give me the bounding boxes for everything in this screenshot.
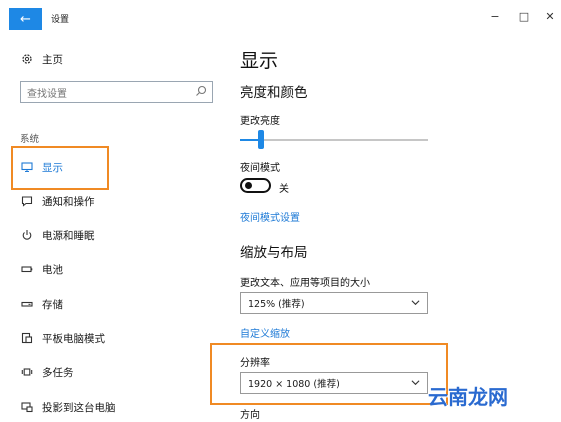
close-button[interactable]: ✕ bbox=[542, 10, 558, 23]
battery-icon bbox=[20, 262, 34, 276]
night-mode-settings-link[interactable]: 夜间模式设置 bbox=[240, 209, 300, 224]
maximize-button[interactable]: □ bbox=[516, 10, 532, 23]
scale-dropdown-value: 125% (推荐) bbox=[248, 299, 305, 310]
back-arrow-icon: ← bbox=[20, 11, 31, 27]
sidebar-item-notifications[interactable]: 通知和操作 bbox=[20, 191, 95, 211]
notification-icon bbox=[20, 194, 34, 208]
sidebar-item-label: 显示 bbox=[42, 161, 63, 174]
gear-icon bbox=[20, 52, 34, 66]
scale-dropdown[interactable]: 125% (推荐) bbox=[240, 292, 428, 314]
back-button[interactable]: ← bbox=[9, 8, 42, 30]
sidebar-item-label: 通知和操作 bbox=[42, 195, 95, 208]
sidebar-item-label: 多任务 bbox=[42, 366, 74, 379]
sidebar-item-label: 投影到这台电脑 bbox=[42, 401, 116, 414]
project-icon bbox=[20, 400, 34, 414]
chevron-down-icon bbox=[411, 380, 420, 386]
orientation-label: 方向 bbox=[240, 410, 260, 421]
sidebar-item-home[interactable]: 主页 bbox=[20, 49, 63, 69]
sidebar-item-battery[interactable]: 电池 bbox=[20, 259, 63, 279]
watermark-text: 云南龙网 bbox=[428, 385, 508, 409]
sidebar-item-power[interactable]: 电源和睡眠 bbox=[20, 225, 95, 245]
sidebar-item-label: 平板电脑模式 bbox=[42, 332, 105, 345]
resolution-label: 分辨率 bbox=[240, 358, 270, 369]
search-input[interactable] bbox=[21, 85, 186, 104]
sidebar-item-display[interactable]: 显示 bbox=[20, 157, 63, 177]
storage-icon bbox=[20, 297, 34, 311]
sidebar-item-label: 存储 bbox=[42, 298, 63, 311]
custom-scale-link[interactable]: 自定义缩放 bbox=[240, 325, 290, 340]
sidebar-item-multitasking[interactable]: 多任务 bbox=[20, 362, 74, 382]
sidebar-item-project[interactable]: 投影到这台电脑 bbox=[20, 397, 116, 417]
multitask-icon bbox=[20, 365, 34, 379]
resolution-dropdown-value: 1920 × 1080 (推荐) bbox=[248, 379, 340, 390]
night-mode-toggle[interactable] bbox=[240, 178, 271, 193]
power-icon bbox=[20, 228, 34, 242]
night-mode-label: 夜间模式 bbox=[240, 163, 280, 174]
sidebar-item-label: 电池 bbox=[42, 263, 63, 276]
search-icon bbox=[196, 85, 207, 96]
page-title: 显示 bbox=[240, 50, 279, 72]
toggle-knob bbox=[245, 182, 252, 189]
sidebar-item-label: 电源和睡眠 bbox=[42, 229, 95, 242]
scale-label: 更改文本、应用等项目的大小 bbox=[240, 278, 370, 289]
tablet-mode-icon bbox=[20, 331, 34, 345]
brightness-slider-thumb[interactable] bbox=[258, 130, 264, 149]
brightness-slider-track[interactable] bbox=[240, 139, 428, 141]
chevron-down-icon bbox=[411, 300, 420, 306]
title-bar: ← 设置 − □ ✕ bbox=[0, 0, 561, 36]
minimize-button[interactable]: − bbox=[487, 10, 503, 23]
sidebar-item-tablet-mode[interactable]: 平板电脑模式 bbox=[20, 328, 105, 348]
window-title: 设置 bbox=[51, 15, 70, 25]
night-mode-state: 关 bbox=[279, 184, 289, 195]
brightness-section-title: 亮度和颜色 bbox=[240, 85, 308, 101]
section-label: 系统 bbox=[20, 134, 40, 145]
brightness-label: 更改亮度 bbox=[240, 116, 280, 127]
monitor-icon bbox=[20, 160, 34, 174]
search-field[interactable] bbox=[20, 81, 213, 104]
scale-section-title: 缩放与布局 bbox=[240, 245, 308, 261]
sidebar-item-label: 主页 bbox=[42, 53, 63, 66]
sidebar-item-storage[interactable]: 存储 bbox=[20, 294, 63, 314]
resolution-dropdown[interactable]: 1920 × 1080 (推荐) bbox=[240, 372, 428, 394]
